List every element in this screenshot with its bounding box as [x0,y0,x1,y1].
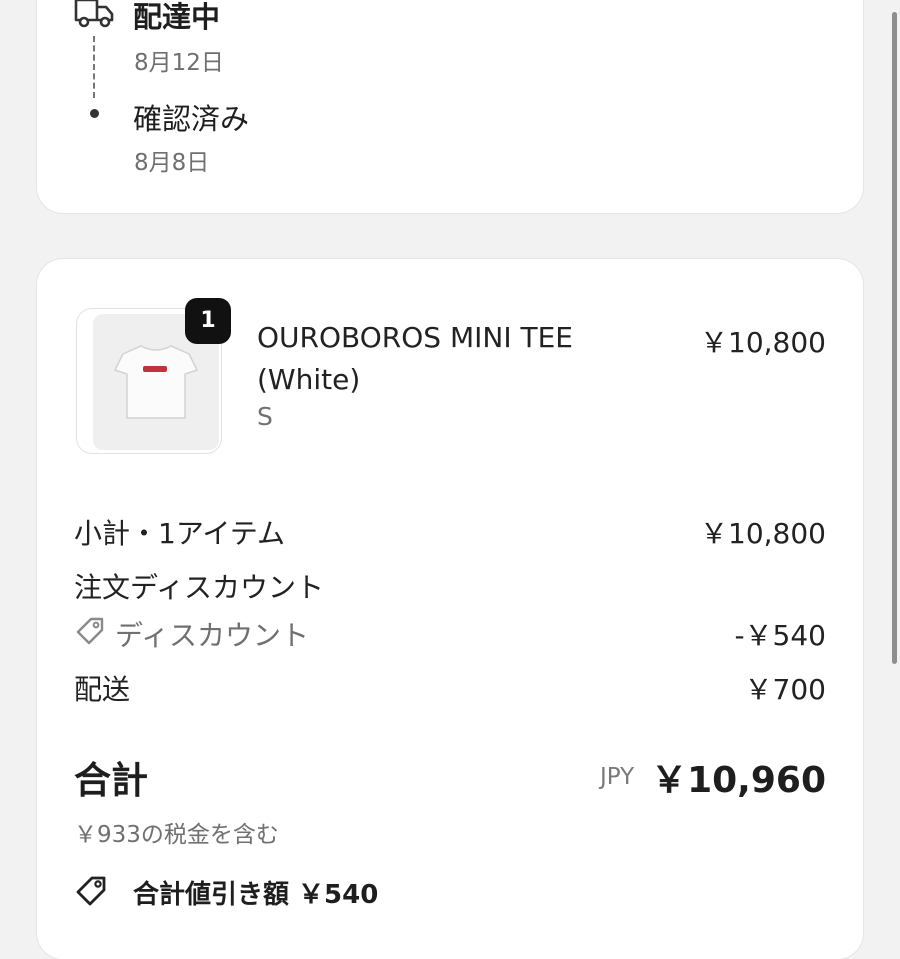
product-name: OUROBOROS MINI TEE [257,321,573,354]
order-discount-label: 注文ディスカウント [74,571,325,604]
product-price: ￥10,800 [700,326,826,359]
shipping-value: ￥700 [744,673,826,706]
currency-code: JPY [600,764,635,790]
dot-icon [90,109,99,118]
tag-icon [74,615,106,651]
product-variant: S [257,402,273,431]
total-label: 合計 [74,759,148,802]
discount-label: ディスカウント [115,619,310,652]
timeline-date-confirmed: 8月8日 [134,150,210,176]
savings-tag-icon [74,874,110,912]
quantity-badge: 1 [185,298,231,344]
total-savings: 合計値引き額 ￥540 [133,880,379,910]
shipping-label: 配送 [74,673,131,706]
timeline-date-shipping: 8月12日 [134,50,224,76]
timeline-status-confirmed: 確認済み [133,102,250,136]
subtotal-label: 小計・1アイテム [74,517,286,550]
subtotal-value: ￥10,800 [700,517,826,550]
total-value: ￥10,960 [651,760,826,801]
scrollbar[interactable] [888,0,900,900]
scrollbar-thumb[interactable] [892,12,897,664]
truck-icon [73,0,115,34]
timeline-connector [93,36,95,98]
tax-note: ￥933の税金を含む [74,822,279,848]
discount-value: -￥540 [734,619,826,652]
product-name-color: (White) [257,363,361,396]
timeline-status-shipping: 配達中 [133,0,221,34]
